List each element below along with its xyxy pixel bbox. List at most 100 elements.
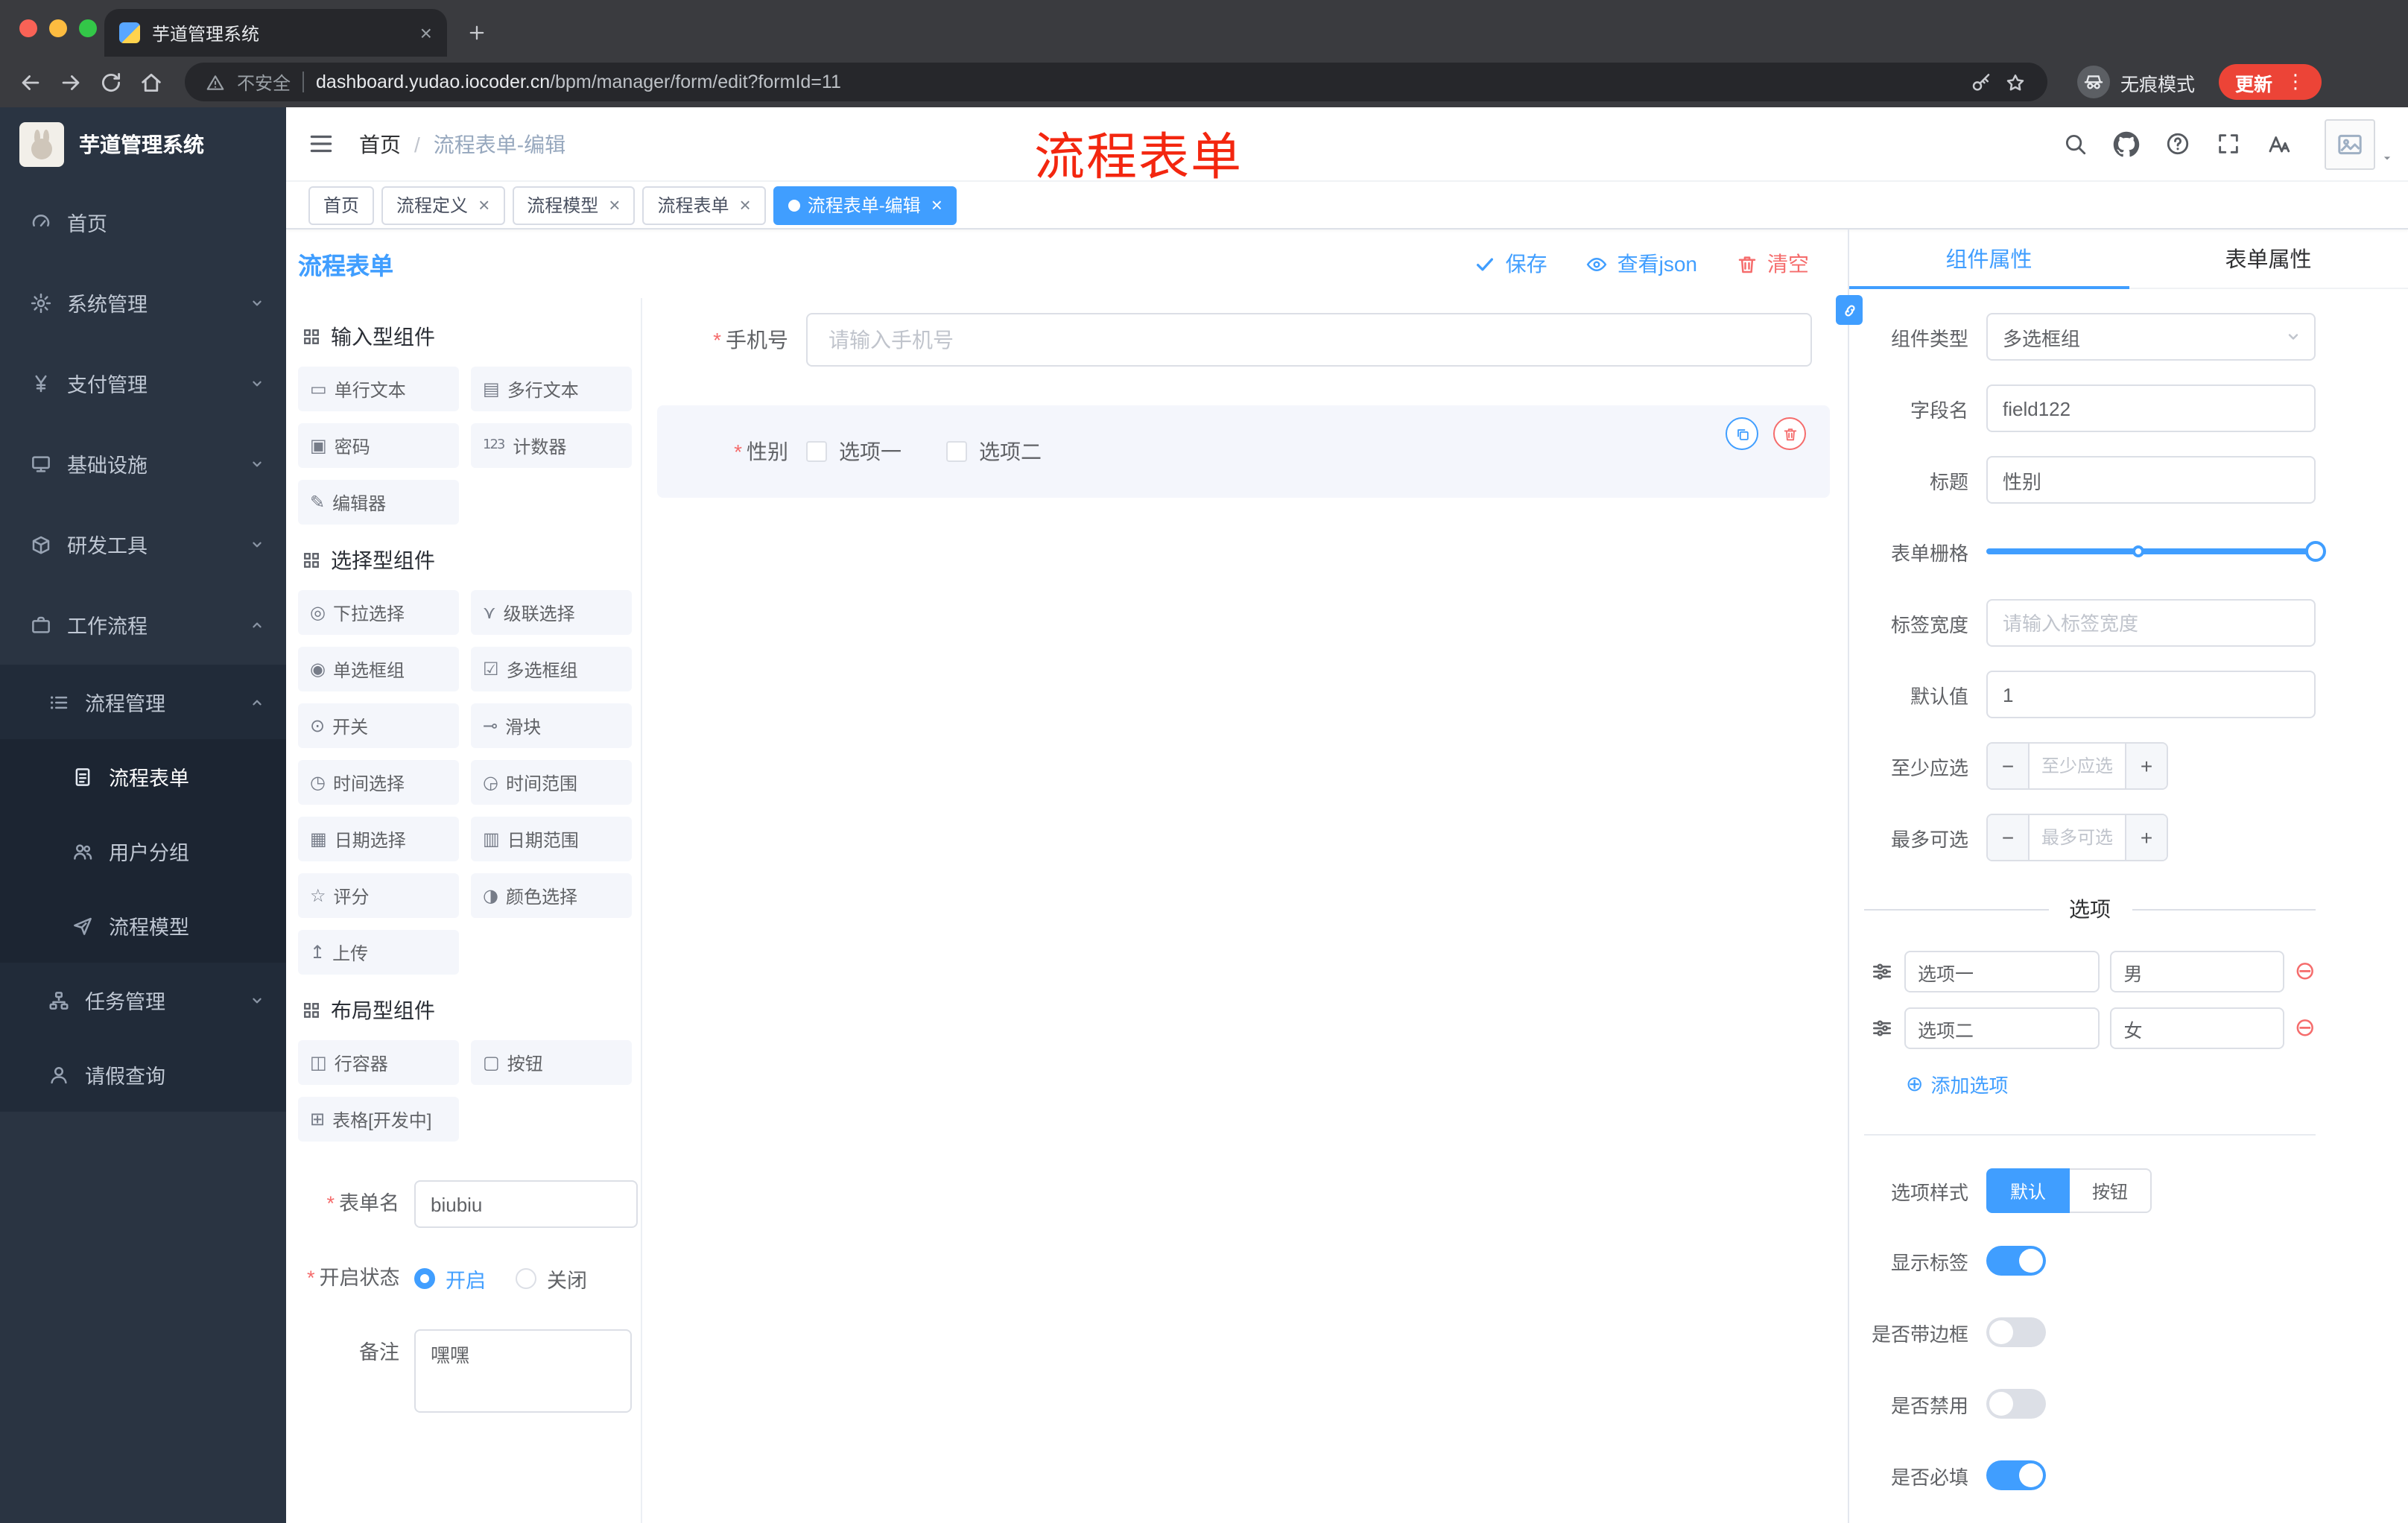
palette-item-time-range[interactable]: ◶ 时间范围: [471, 760, 632, 805]
gender-field-row[interactable]: * 性别 选项一 选项二: [657, 437, 1830, 466]
option2-label-input[interactable]: [1904, 1007, 2100, 1049]
palette-item-counter[interactable]: 123 计数器: [471, 423, 632, 468]
drag-handle-icon[interactable]: [1870, 1016, 1894, 1040]
browser-update-button[interactable]: 更新 ⋮: [2218, 64, 2322, 100]
user-menu[interactable]: [2325, 118, 2375, 169]
palette-item-checkbox-group[interactable]: ☑ 多选框组: [471, 647, 632, 691]
phone-field-row[interactable]: * 手机号: [657, 313, 1830, 367]
palette-item-radio-group[interactable]: ◉ 单选框组: [298, 647, 459, 691]
decrease-icon[interactable]: −: [1988, 744, 2030, 788]
tag-process-model[interactable]: 流程模型 ×: [512, 186, 636, 224]
close-icon[interactable]: ×: [478, 195, 489, 215]
sidebar-item-process-model[interactable]: 流程模型: [0, 888, 286, 963]
slider-handle[interactable]: [2305, 541, 2326, 562]
palette-item-date-range[interactable]: ▥ 日期范围: [471, 817, 632, 861]
sidebar-item-process-form[interactable]: 流程表单: [0, 739, 286, 814]
palette-item-password[interactable]: ▣ 密码: [298, 423, 459, 468]
tab-close-icon[interactable]: ×: [420, 22, 432, 43]
sidebar-item-leave-query[interactable]: 请假查询: [0, 1037, 286, 1112]
help-icon[interactable]: [2165, 131, 2190, 156]
reload-icon[interactable]: [98, 69, 124, 95]
font-size-icon[interactable]: [2266, 131, 2292, 156]
component-type-select[interactable]: 多选框组: [1986, 313, 2316, 361]
drag-handle-icon[interactable]: [1870, 960, 1894, 984]
palette-item-color-picker[interactable]: ◑ 颜色选择: [471, 873, 632, 918]
remove-option-icon[interactable]: ⊖: [2295, 1015, 2316, 1041]
github-icon[interactable]: [2113, 130, 2140, 157]
title-input[interactable]: [1986, 456, 2316, 504]
form-name-input[interactable]: [414, 1180, 638, 1228]
phone-input[interactable]: [806, 313, 1812, 367]
tag-process-form-edit[interactable]: 流程表单-编辑 ×: [773, 186, 957, 224]
browser-tab[interactable]: 芋道管理系统 ×: [104, 9, 447, 57]
required-switch[interactable]: [1986, 1460, 2046, 1490]
palette-item-cascader[interactable]: ⋎ 级联选择: [471, 590, 632, 635]
palette-item-single-line-text[interactable]: ▭ 单行文本: [298, 367, 459, 411]
palette-item-time-picker[interactable]: ◷ 时间选择: [298, 760, 459, 805]
form-canvas[interactable]: *手机号 *性别 选项一: [642, 298, 1848, 1523]
hamburger-icon[interactable]: [307, 130, 335, 158]
view-json-button[interactable]: 查看json: [1586, 249, 1697, 279]
style-button-button[interactable]: 按钮: [2070, 1168, 2152, 1213]
status-on-radio[interactable]: 开启: [414, 1264, 486, 1294]
maximize-window-button[interactable]: [79, 19, 97, 37]
option1-value-input[interactable]: [2110, 951, 2284, 992]
clear-button[interactable]: 清空: [1736, 249, 1809, 279]
close-icon[interactable]: ×: [740, 195, 751, 215]
bookmark-star-icon[interactable]: [2004, 71, 2027, 93]
palette-item-date-picker[interactable]: ▦ 日期选择: [298, 817, 459, 861]
palette-item-editor[interactable]: ✎ 编辑器: [298, 480, 459, 525]
tag-process-form[interactable]: 流程表单 ×: [642, 186, 766, 224]
sidebar-item-system-management[interactable]: 系统管理: [0, 262, 286, 343]
status-off-radio[interactable]: 关闭: [516, 1264, 587, 1294]
sidebar-item-payment-management[interactable]: 支付管理: [0, 343, 286, 423]
sidebar-item-dev-tools[interactable]: 研发工具: [0, 504, 286, 584]
copy-component-button[interactable]: [1726, 417, 1758, 450]
form-grid-slider[interactable]: [1986, 528, 2326, 575]
delete-component-button[interactable]: [1773, 417, 1806, 450]
security-warning-icon[interactable]: [206, 72, 225, 92]
key-icon[interactable]: [1970, 71, 1992, 93]
option2-value-input[interactable]: [2110, 1007, 2284, 1049]
gender-option1-checkbox[interactable]: 选项一: [806, 437, 902, 466]
palette-item-slider[interactable]: ⊸ 滑块: [471, 703, 632, 748]
sidebar-item-process-management[interactable]: 流程管理: [0, 665, 286, 739]
close-window-button[interactable]: [19, 19, 37, 37]
palette-item-row-container[interactable]: ◫ 行容器: [298, 1040, 459, 1085]
fullscreen-icon[interactable]: [2216, 131, 2241, 156]
tag-process-definition[interactable]: 流程定义 ×: [381, 186, 505, 224]
palette-item-rate[interactable]: ☆ 评分: [298, 873, 459, 918]
selected-component[interactable]: * 性别 选项一 选项二: [657, 405, 1830, 498]
save-button[interactable]: 保存: [1474, 249, 1547, 279]
option1-label-input[interactable]: [1904, 951, 2100, 992]
max-select-input[interactable]: [2030, 815, 2125, 860]
breadcrumb-home[interactable]: 首页: [359, 129, 401, 159]
field-name-input[interactable]: [1986, 384, 2316, 432]
add-option-button[interactable]: ⊕ 添加选项: [1906, 1070, 2316, 1098]
tab-component-props[interactable]: 组件属性: [1849, 229, 2129, 288]
gender-option2-checkbox[interactable]: 选项二: [946, 437, 1042, 466]
show-label-switch[interactable]: [1986, 1246, 2046, 1276]
increase-icon[interactable]: +: [2125, 744, 2167, 788]
tag-home[interactable]: 首页: [308, 186, 375, 224]
border-switch[interactable]: [1986, 1317, 2046, 1347]
remove-option-icon[interactable]: ⊖: [2295, 958, 2316, 984]
tab-form-props[interactable]: 表单属性: [2129, 229, 2408, 288]
decrease-icon[interactable]: −: [1988, 815, 2030, 860]
default-value-input[interactable]: [1986, 671, 2316, 718]
sidebar-item-home[interactable]: 首页: [0, 182, 286, 262]
new-tab-button[interactable]: [456, 12, 498, 54]
style-default-button[interactable]: 默认: [1986, 1168, 2070, 1213]
close-icon[interactable]: ×: [931, 195, 942, 215]
palette-item-multi-line-text[interactable]: ▤ 多行文本: [471, 367, 632, 411]
minimize-window-button[interactable]: [49, 19, 67, 37]
min-select-input[interactable]: [2030, 744, 2125, 788]
palette-item-upload[interactable]: ↥ 上传: [298, 930, 459, 975]
close-icon[interactable]: ×: [609, 195, 620, 215]
sidebar-item-user-group[interactable]: 用户分组: [0, 814, 286, 888]
forward-icon[interactable]: [58, 69, 83, 95]
label-width-input[interactable]: [1986, 599, 2316, 647]
palette-item-select[interactable]: ◎ 下拉选择: [298, 590, 459, 635]
palette-item-button[interactable]: ▢ 按钮: [471, 1040, 632, 1085]
search-icon[interactable]: [2062, 131, 2088, 156]
